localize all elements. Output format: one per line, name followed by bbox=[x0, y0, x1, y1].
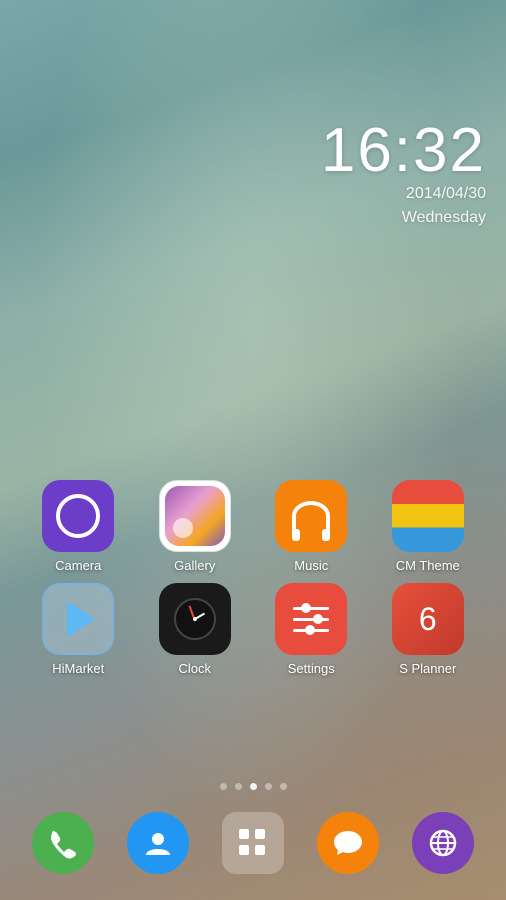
app-cmtheme[interactable]: CM Theme bbox=[378, 480, 478, 573]
himarket-label: HiMarket bbox=[52, 661, 104, 676]
date-display: 2014/04/30 Wednesday bbox=[321, 182, 486, 230]
cmtheme-icon bbox=[392, 480, 464, 552]
app-clock[interactable]: Clock bbox=[145, 583, 245, 676]
settings-icon bbox=[275, 583, 347, 655]
status-clock: 16:32 2014/04/30 Wednesday bbox=[321, 120, 486, 230]
messages-icon bbox=[332, 827, 364, 859]
app-himarket[interactable]: HiMarket bbox=[28, 583, 128, 676]
music-label: Music bbox=[294, 558, 328, 573]
cmtheme-label: CM Theme bbox=[396, 558, 460, 573]
dock-apps[interactable] bbox=[222, 812, 284, 874]
date-text: 2014/04/30 bbox=[406, 185, 486, 202]
gallery-icon bbox=[159, 480, 231, 552]
app-row-2: HiMarket Clock bbox=[20, 583, 486, 676]
page-dot-0[interactable] bbox=[220, 783, 227, 790]
app-music[interactable]: Music bbox=[261, 480, 361, 573]
himarket-icon bbox=[42, 583, 114, 655]
page-indicators bbox=[0, 783, 506, 790]
browser-icon bbox=[427, 827, 459, 859]
page-dot-3[interactable] bbox=[265, 783, 272, 790]
camera-label: Camera bbox=[55, 558, 101, 573]
dock-contacts[interactable] bbox=[127, 812, 189, 874]
page-dot-2[interactable] bbox=[250, 783, 257, 790]
page-dot-4[interactable] bbox=[280, 783, 287, 790]
app-settings[interactable]: Settings bbox=[261, 583, 361, 676]
dock-browser[interactable] bbox=[412, 812, 474, 874]
bottom-dock bbox=[0, 800, 506, 900]
settings-label: Settings bbox=[288, 661, 335, 676]
splanner-label: S Planner bbox=[399, 661, 456, 676]
day-text: Wednesday bbox=[402, 209, 486, 226]
dock-phone[interactable] bbox=[32, 812, 94, 874]
app-gallery[interactable]: Gallery bbox=[145, 480, 245, 573]
music-icon bbox=[275, 480, 347, 552]
app-camera[interactable]: Camera bbox=[28, 480, 128, 573]
camera-icon bbox=[42, 480, 114, 552]
dock-messages[interactable] bbox=[317, 812, 379, 874]
app-row-1: Camera Gallery Music CM Theme bbox=[20, 480, 486, 573]
apps-grid-icon bbox=[239, 829, 267, 857]
phone-icon bbox=[47, 827, 79, 859]
clock-icon bbox=[159, 583, 231, 655]
app-splanner[interactable]: 6 S Planner bbox=[378, 583, 478, 676]
page-dot-1[interactable] bbox=[235, 783, 242, 790]
contacts-icon bbox=[142, 827, 174, 859]
app-grid: Camera Gallery Music CM Theme bbox=[0, 480, 506, 686]
gallery-label: Gallery bbox=[174, 558, 215, 573]
clock-label: Clock bbox=[178, 661, 211, 676]
time-display: 16:32 bbox=[321, 120, 486, 182]
splanner-icon: 6 bbox=[392, 583, 464, 655]
